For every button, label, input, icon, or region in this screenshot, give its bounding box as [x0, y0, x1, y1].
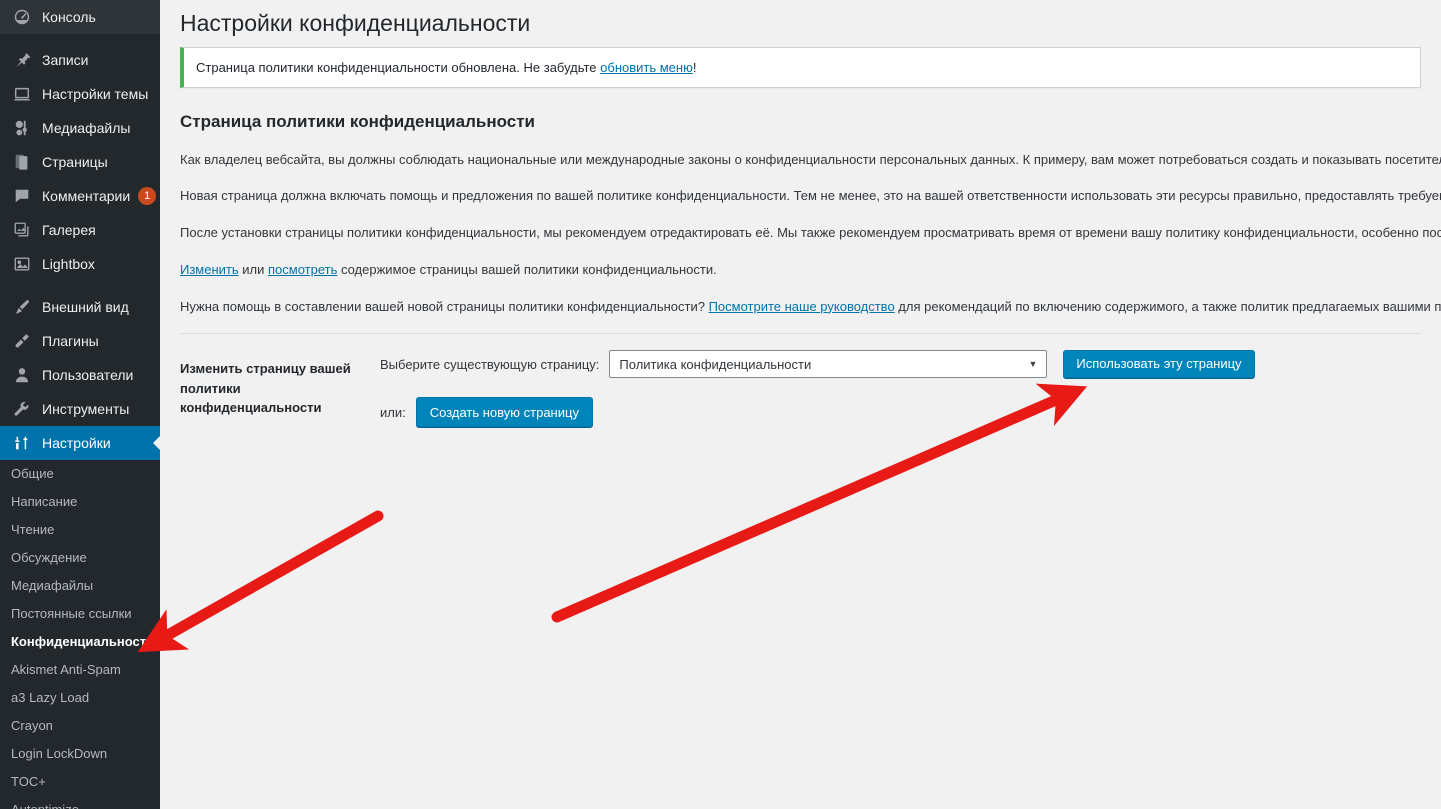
select-field-label: Выберите существующую страницу:: [380, 356, 600, 372]
active-menu-pointer: [153, 435, 160, 451]
form-row-label: Изменить страницу вашей политики конфиде…: [180, 361, 351, 416]
sidebar-divider: [0, 34, 160, 43]
gallery-icon: [11, 220, 33, 240]
dashboard-icon: [11, 7, 33, 27]
monitor-icon: [11, 84, 33, 104]
submenu-item-a3-lazy-load[interactable]: a3 Lazy Load: [0, 684, 160, 712]
submenu-item-writing[interactable]: Написание: [0, 488, 160, 516]
use-this-page-button[interactable]: Использовать эту страницу: [1063, 350, 1255, 379]
sidebar-item-posts[interactable]: Записи: [0, 43, 160, 77]
sidebar-item-label: Консоль: [42, 9, 96, 25]
submenu-item-general[interactable]: Общие: [0, 460, 160, 488]
edit-page-link[interactable]: Изменить: [180, 262, 239, 277]
select-row: Выберите существующую страницу: Политика…: [380, 350, 1441, 379]
sidebar-item-label: Инструменты: [42, 401, 130, 417]
sidebar-item-label: Внешний вид: [42, 299, 129, 315]
help-text-before: Нужна помощь в составлении вашей новой с…: [180, 298, 709, 314]
or-label: или:: [380, 404, 406, 420]
notice-text: Страница политики конфиденциальности обн…: [196, 56, 1408, 80]
sidebar-item-dashboard[interactable]: Консоль: [0, 0, 160, 34]
chevron-down-icon: ▼: [1028, 359, 1038, 370]
paragraph-intro: Как владелец вебсайта, вы должны соблюда…: [180, 151, 1441, 167]
main-content: Настройки конфиденциальности Страница по…: [160, 0, 1441, 809]
sidebar-item-label: Комментарии: [42, 188, 131, 204]
sidebar-item-label: Страницы: [42, 154, 108, 170]
sidebar-item-gallery[interactable]: Галерея: [0, 213, 160, 247]
settings-submenu: Общие Написание Чтение Обсуждение Медиаф…: [0, 460, 160, 809]
sidebar-item-label: Настройки: [42, 435, 111, 451]
privacy-page-form: Изменить страницу вашей политики конфиде…: [180, 350, 1441, 428]
sidebar-item-label: Lightbox: [42, 256, 95, 272]
sidebar-item-label: Галерея: [42, 222, 96, 238]
settings-icon: [11, 433, 33, 453]
plugin-icon: [11, 331, 33, 351]
edit-view-tail: содержимое страницы вашей политики конфи…: [337, 261, 717, 277]
section-title: Страница политики конфиденциальности: [180, 111, 535, 131]
user-icon: [11, 365, 33, 385]
form-fields: Выберите существующую страницу: Политика…: [380, 350, 1441, 428]
view-page-link[interactable]: посмотреть: [268, 262, 337, 277]
paragraph-new-page: Новая страница должна включать помощь и …: [180, 188, 1441, 204]
comments-count-badge: 1: [138, 187, 157, 205]
edit-view-mid: или: [238, 261, 268, 277]
guide-link[interactable]: Посмотрите наше руководство: [709, 299, 895, 314]
submenu-item-reading[interactable]: Чтение: [0, 516, 160, 544]
success-notice: Страница политики конфиденциальности обн…: [180, 47, 1421, 88]
page-select[interactable]: Политика конфиденциальности ▼: [609, 350, 1048, 379]
comment-icon: [11, 186, 33, 206]
sidebar-item-tools[interactable]: Инструменты: [0, 392, 160, 426]
sidebar-item-lightbox[interactable]: Lightbox: [0, 247, 160, 281]
paragraph-after-setup: После установки страницы политики конфид…: [180, 225, 1441, 241]
notice-text-before: Страница политики конфиденциальности обн…: [196, 59, 601, 75]
pin-icon: [11, 50, 33, 70]
sidebar-item-pages[interactable]: Страницы: [0, 145, 160, 179]
submenu-item-akismet[interactable]: Akismet Anti-Spam: [0, 656, 160, 684]
submenu-item-privacy[interactable]: Конфиденциальность: [0, 628, 160, 656]
submenu-item-autoptimize[interactable]: Autoptimize: [0, 796, 160, 809]
admin-sidebar: Консоль Записи Настройки темы Медиафайлы: [0, 0, 160, 809]
content-divider: [180, 333, 1421, 335]
sidebar-item-settings[interactable]: Настройки: [0, 426, 160, 460]
wp-admin-screen: Консоль Записи Настройки темы Медиафайлы: [0, 0, 1441, 809]
sidebar-item-label: Записи: [42, 52, 89, 68]
brush-icon: [11, 297, 33, 317]
create-new-page-button[interactable]: Создать новую страницу: [415, 397, 593, 428]
paragraph-help: Нужна помощь в составлении вашей новой с…: [180, 297, 1441, 318]
paragraph-edit-view: Изменить или посмотреть содержимое стран…: [180, 260, 1441, 281]
submenu-item-discussion[interactable]: Обсуждение: [0, 544, 160, 572]
notice-text-after: !: [692, 59, 697, 75]
sidebar-divider: [0, 281, 160, 290]
create-row: или: Создать новую страницу: [380, 397, 1441, 428]
submenu-item-permalinks[interactable]: Постоянные ссылки: [0, 600, 160, 628]
sidebar-item-theme-settings[interactable]: Настройки темы: [0, 77, 160, 111]
sidebar-item-appearance[interactable]: Внешний вид: [0, 290, 160, 324]
sidebar-item-media[interactable]: Медиафайлы: [0, 111, 160, 145]
page-select-value: Политика конфиденциальности: [619, 356, 812, 372]
sidebar-item-label: Плагины: [42, 333, 99, 349]
submenu-item-login-lockdown[interactable]: Login LockDown: [0, 740, 160, 768]
pages-icon: [11, 152, 33, 172]
submenu-item-media[interactable]: Медиафайлы: [0, 572, 160, 600]
media-icon: [11, 118, 33, 138]
sidebar-item-comments[interactable]: Комментарии 1: [0, 179, 160, 213]
sidebar-item-label: Пользователи: [42, 367, 134, 383]
wrench-icon: [11, 399, 33, 419]
page-title: Настройки конфиденциальности: [180, 10, 531, 36]
submenu-item-toc[interactable]: TOC+: [0, 768, 160, 796]
sidebar-item-users[interactable]: Пользователи: [0, 358, 160, 392]
sidebar-item-label: Настройки темы: [42, 86, 149, 102]
update-menu-link[interactable]: обновить меню: [600, 60, 693, 75]
sidebar-item-plugins[interactable]: Плагины: [0, 324, 160, 358]
sidebar-item-label: Медиафайлы: [42, 120, 131, 136]
submenu-item-crayon[interactable]: Crayon: [0, 712, 160, 740]
image-icon: [11, 254, 33, 274]
help-text-after: для рекомендаций по включению содержимог…: [898, 298, 1441, 314]
